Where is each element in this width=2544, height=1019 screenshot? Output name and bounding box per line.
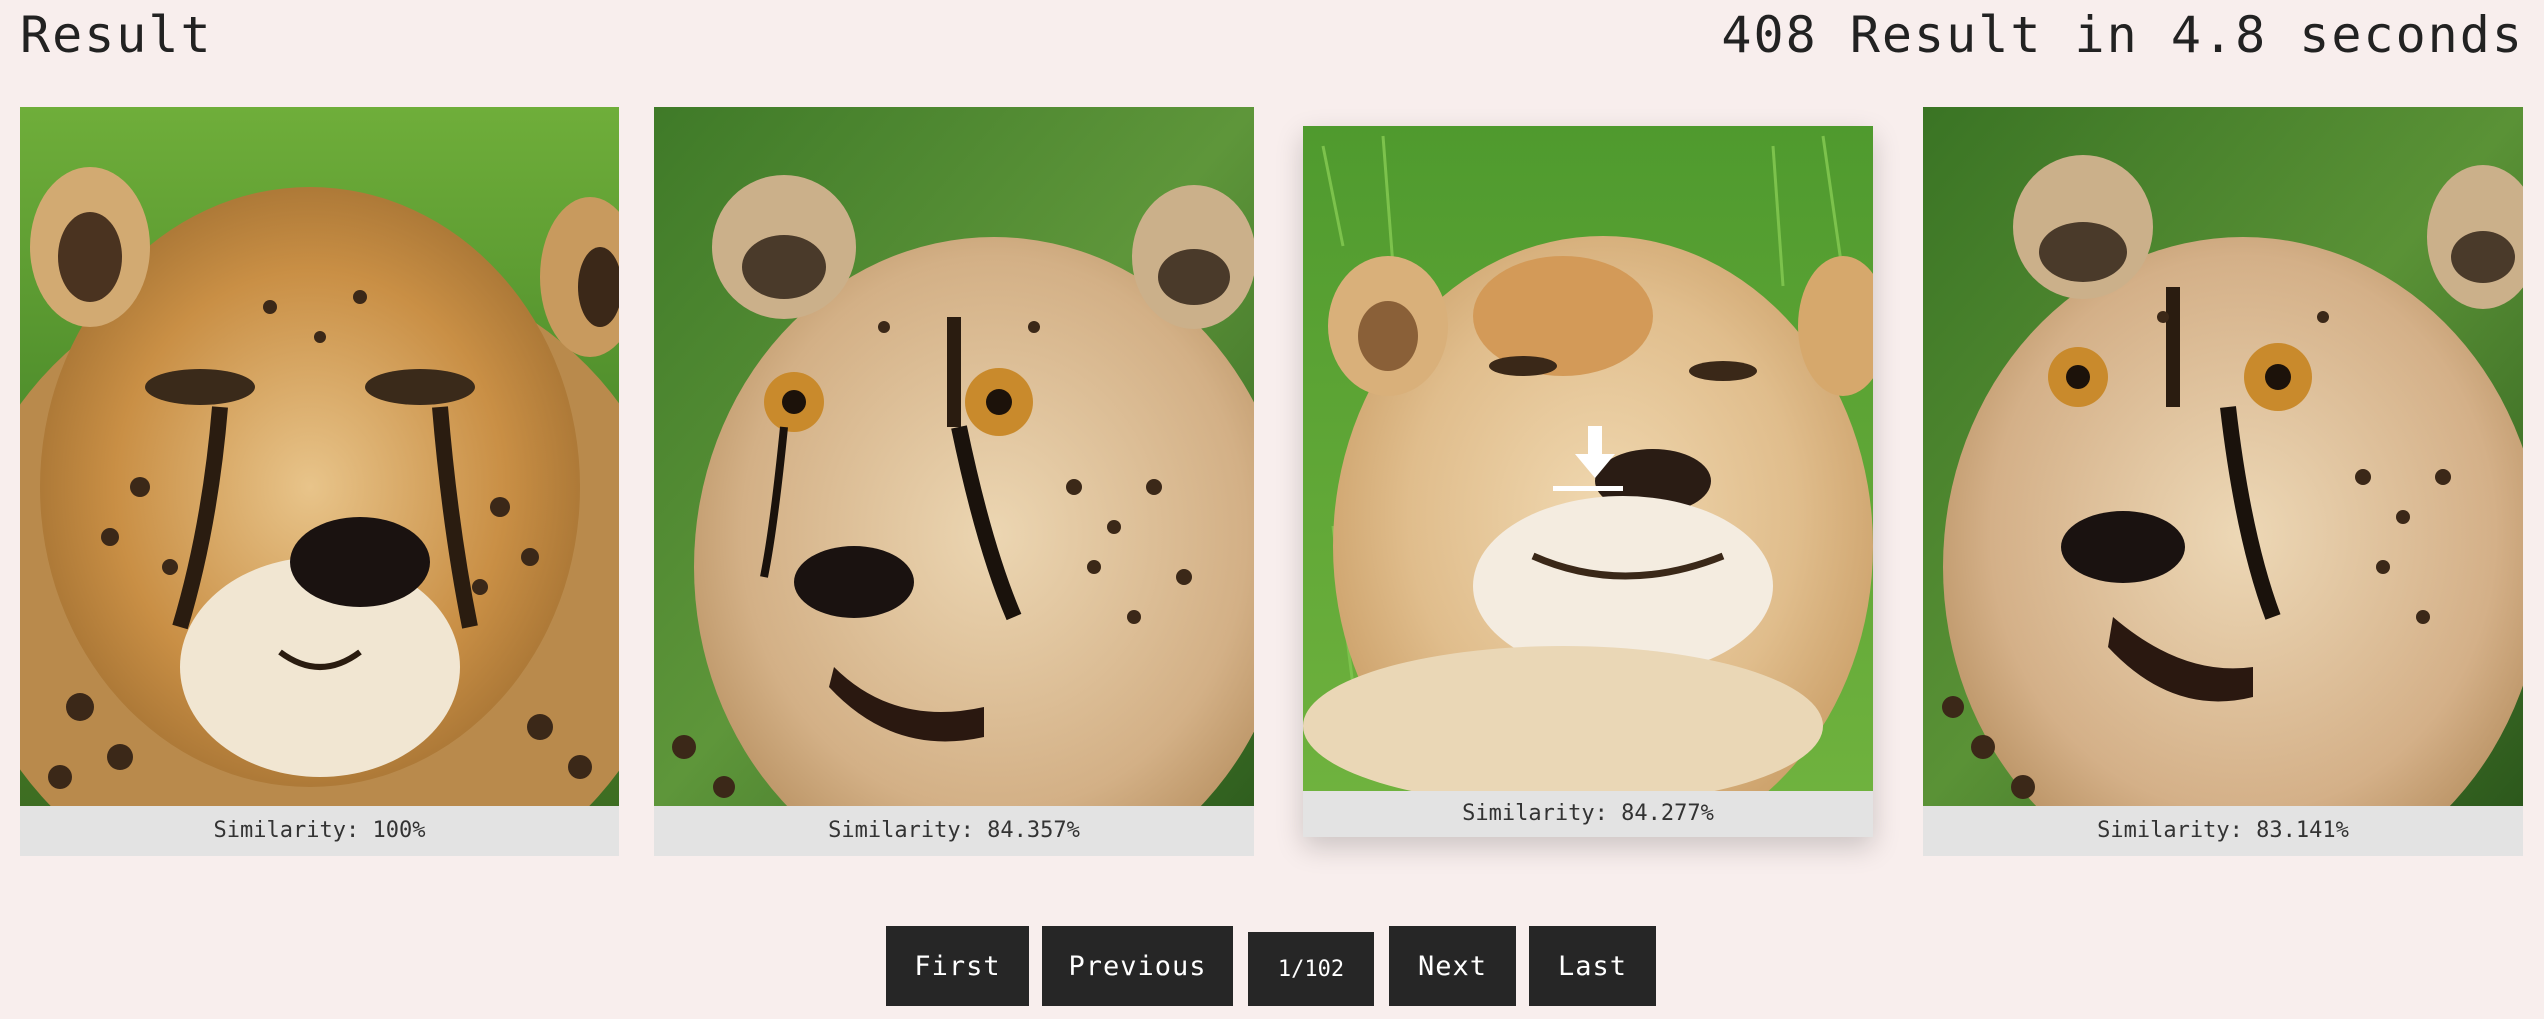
result-card[interactable]: Similarity: 84.277% <box>1303 126 1873 837</box>
similarity-label: Similarity: 84.277% <box>1303 791 1873 837</box>
similarity-label: Similarity: 84.357% <box>654 806 1254 856</box>
previous-page-button[interactable]: Previous <box>1042 926 1233 1006</box>
last-page-button[interactable]: Last <box>1529 926 1656 1006</box>
next-page-button[interactable]: Next <box>1389 926 1516 1006</box>
pagination: First Previous 1/102 Next Last <box>0 926 2544 1008</box>
similarity-label: Similarity: 83.141% <box>1923 806 2523 856</box>
first-page-button[interactable]: First <box>886 926 1029 1006</box>
result-card[interactable]: Similarity: 83.141% <box>1923 107 2523 856</box>
results-header: Result 408 Result in 4.8 seconds <box>0 0 2544 80</box>
result-image[interactable] <box>1923 107 2523 806</box>
result-image[interactable] <box>1303 126 1873 791</box>
page-indicator: 1/102 <box>1248 932 1374 1006</box>
page-title: Result <box>20 6 213 64</box>
result-card[interactable]: Similarity: 100% <box>20 107 619 856</box>
result-image[interactable] <box>654 107 1254 806</box>
result-stats: 408 Result in 4.8 seconds <box>1721 6 2524 64</box>
result-card[interactable]: Similarity: 84.357% <box>654 107 1254 856</box>
similarity-label: Similarity: 100% <box>20 806 619 856</box>
result-image[interactable] <box>20 107 619 806</box>
